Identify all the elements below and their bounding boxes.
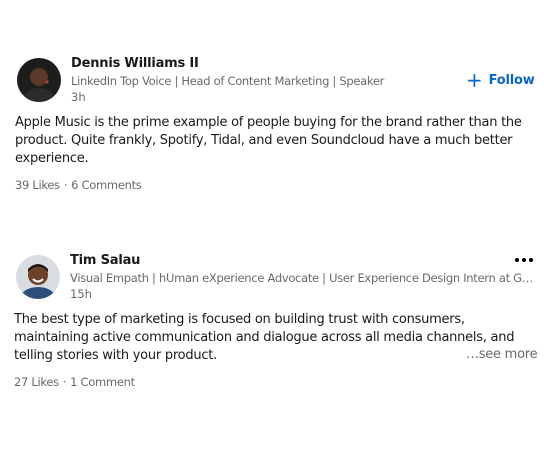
post-text: Apple Music is the prime example of peop…: [15, 115, 522, 166]
see-more-link[interactable]: …see more: [462, 347, 538, 362]
author-name[interactable]: Tim Salau: [70, 253, 140, 268]
menu-dot: [529, 258, 533, 262]
likes-count[interactable]: 39 Likes: [15, 178, 60, 192]
separator-dot: ·: [63, 178, 68, 192]
post-timestamp: 15h: [70, 287, 92, 301]
comments-count[interactable]: 6 Comments: [71, 178, 142, 192]
more-options-icon[interactable]: [515, 258, 533, 262]
follow-label: Follow: [488, 72, 535, 88]
follow-button[interactable]: + Follow: [466, 70, 535, 90]
social-counts: 39 Likes · 6 Comments: [15, 178, 142, 192]
menu-dot: [515, 258, 519, 262]
post-text: The best type of marketing is focused on…: [14, 312, 515, 363]
avatar-photo: [16, 255, 60, 299]
author-name[interactable]: Dennis Williams II: [71, 56, 199, 71]
social-counts: 27 Likes · 1 Comment: [14, 375, 135, 389]
likes-count[interactable]: 27 Likes: [14, 375, 59, 389]
author-headline: LinkedIn Top Voice | Head of Content Mar…: [71, 74, 385, 88]
author-avatar[interactable]: [16, 255, 60, 299]
separator-dot: ·: [62, 375, 67, 389]
plus-icon: +: [466, 68, 483, 92]
author-headline: Visual Empath | hUman eXperience Advocat…: [70, 271, 534, 285]
comments-count[interactable]: 1 Comment: [70, 375, 135, 389]
menu-dot: [522, 258, 526, 262]
author-avatar[interactable]: [17, 58, 61, 102]
avatar-photo: [17, 58, 61, 102]
post-timestamp: 3h: [71, 90, 86, 104]
